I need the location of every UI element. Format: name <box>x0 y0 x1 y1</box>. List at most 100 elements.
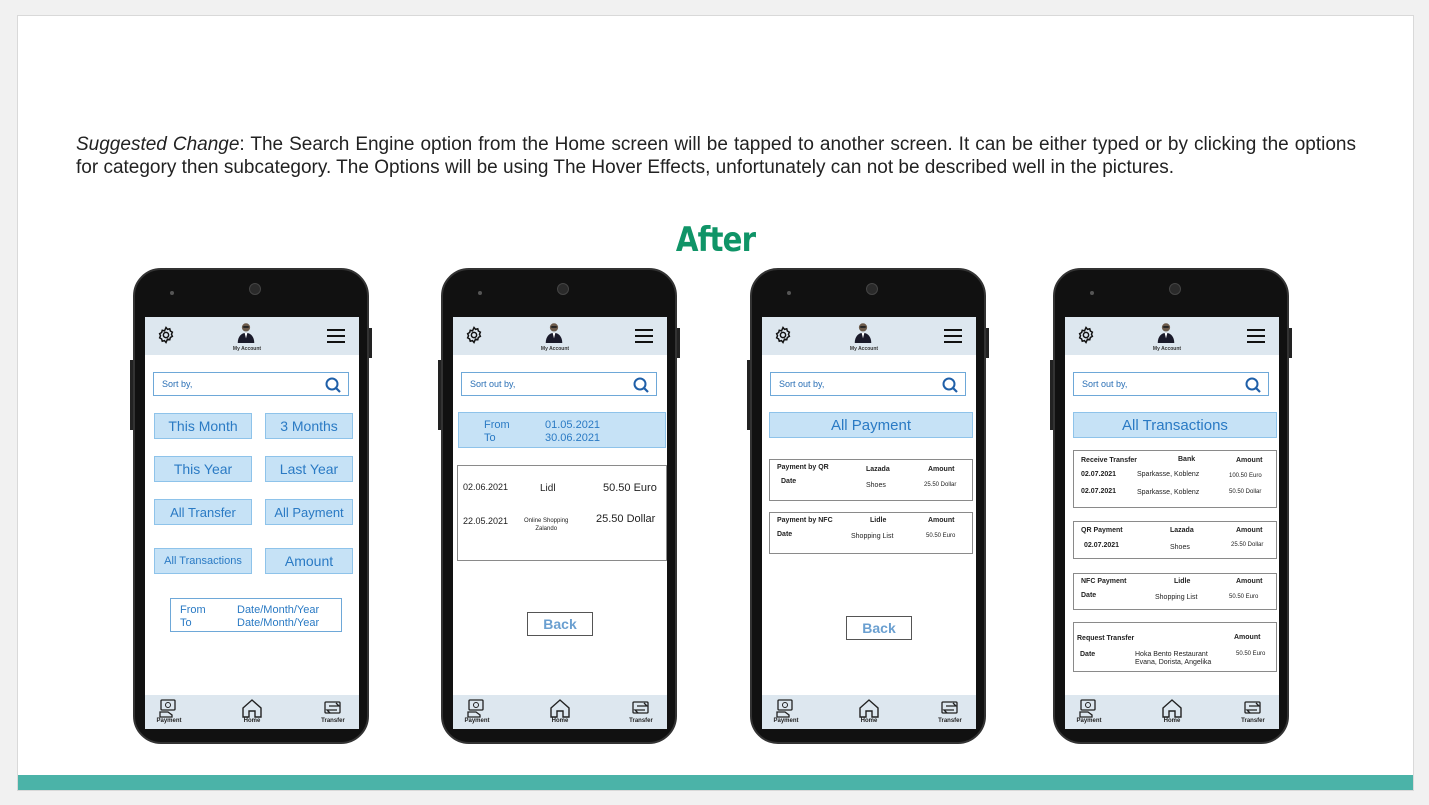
all-payment-title[interactable]: All Payment <box>769 412 973 438</box>
nav-transfer[interactable]: Transfer <box>930 697 970 724</box>
search-input[interactable]: Sort by, <box>153 372 349 396</box>
row-2-amount: 25.50 Dollar <box>596 513 656 525</box>
phone-3-screen: My Account Sort out by, All Payment Paym… <box>762 317 976 729</box>
phone-1: My Account Sort by, This Month 3 Months … <box>130 268 372 744</box>
to-value[interactable]: Date/Month/Year <box>237 617 319 629</box>
avatar[interactable] <box>235 321 257 343</box>
avatar[interactable] <box>543 321 565 343</box>
gear-icon[interactable] <box>1077 326 1095 344</box>
phone-sensor <box>478 291 482 295</box>
app-top-bar: My Account <box>762 317 976 355</box>
card-date-label: Date <box>777 531 793 538</box>
filter-amount-button[interactable]: Amount <box>265 548 353 574</box>
nav-home[interactable]: Home <box>849 697 889 724</box>
search-input[interactable]: Sort out by, <box>1073 372 1269 396</box>
nav-transfer[interactable]: Transfer <box>621 697 661 724</box>
nav-home[interactable]: Home <box>232 697 272 724</box>
nav-payment[interactable]: Payment <box>149 697 189 724</box>
results-panel: 02.06.2021 Lidl 50.50 Euro 22.05.2021 On… <box>457 465 667 561</box>
menu-icon[interactable] <box>1247 329 1265 343</box>
transfer-icon <box>941 701 958 714</box>
to-label: To <box>484 432 496 444</box>
search-icon[interactable] <box>324 376 342 394</box>
nav-transfer[interactable]: Transfer <box>313 697 353 724</box>
phone-side-key <box>747 360 750 430</box>
card-amount: 25.50 Dollar <box>924 482 957 488</box>
card-item: Shoes <box>866 482 886 489</box>
date-range-picker[interactable]: From To Date/Month/Year Date/Month/Year <box>170 598 342 632</box>
phone-camera <box>249 283 261 295</box>
transaction-card-receive[interactable]: Receive Transfer Bank Amount 02.07.2021 … <box>1073 450 1277 508</box>
gear-icon[interactable] <box>465 326 483 344</box>
phone-camera <box>1169 283 1181 295</box>
phone-sensor <box>1090 291 1094 295</box>
transaction-card-request[interactable]: Request Transfer Amount Date Hoka Bento … <box>1073 622 1277 672</box>
nav-home[interactable]: Home <box>540 697 580 724</box>
all-transactions-title[interactable]: All Transactions <box>1073 412 1277 438</box>
payment-icon <box>467 699 484 718</box>
row-2-amount: 50.50 Dollar <box>1229 489 1262 495</box>
phone-4: My Account Sort out by, All Transactions… <box>1050 268 1292 744</box>
description-lead: Suggested Change <box>76 134 240 155</box>
nav-payment[interactable]: Payment <box>1069 697 1109 724</box>
from-value[interactable]: Date/Month/Year <box>237 604 319 616</box>
card-type: QR Payment <box>1081 527 1123 534</box>
phone-3: My Account Sort out by, All Payment Paym… <box>747 268 989 744</box>
nav-home-label: Home <box>243 718 261 724</box>
nav-transfer-label: Transfer <box>1241 718 1265 724</box>
home-icon <box>242 699 262 718</box>
gear-icon[interactable] <box>157 326 175 344</box>
search-icon[interactable] <box>941 376 959 394</box>
from-value: 01.05.2021 <box>545 419 601 431</box>
phone-sensor <box>170 291 174 295</box>
search-placeholder: Sort out by, <box>470 379 516 389</box>
to-value: 30.06.2021 <box>545 432 601 444</box>
back-button[interactable]: Back <box>846 616 912 640</box>
gear-icon[interactable] <box>774 326 792 344</box>
date-range-display[interactable]: From To 01.05.2021 30.06.2021 <box>458 412 666 448</box>
payment-icon <box>1079 699 1096 718</box>
nav-payment[interactable]: Payment <box>457 697 497 724</box>
back-button[interactable]: Back <box>527 612 593 636</box>
transaction-card-qr[interactable]: QR Payment Lazada Amount 02.07.2021 Shoe… <box>1073 521 1277 559</box>
card-amount: 50.50 Euro <box>1236 651 1266 657</box>
filter-this-month-button[interactable]: This Month <box>154 413 252 439</box>
payment-card-qr[interactable]: Payment by QR Date Lazada Shoes Amount 2… <box>769 459 973 501</box>
footer-accent-bar <box>18 775 1413 790</box>
nav-home-label: Home <box>860 718 878 724</box>
transfer-icon <box>324 701 341 714</box>
app-top-bar: My Account <box>1065 317 1279 355</box>
nav-payment[interactable]: Payment <box>766 697 806 724</box>
nav-home[interactable]: Home <box>1152 697 1192 724</box>
card-date: Date <box>1081 592 1097 599</box>
search-icon[interactable] <box>1244 376 1262 394</box>
card-type: Payment by QR <box>777 464 829 471</box>
row-1-amount: 50.50 Euro <box>603 482 657 494</box>
app-top-bar: My Account <box>145 317 359 355</box>
avatar[interactable] <box>852 321 874 343</box>
nav-transfer[interactable]: Transfer <box>1233 697 1273 724</box>
card-col: Bank <box>1178 456 1196 463</box>
filter-all-transfer-button[interactable]: All Transfer <box>154 499 252 525</box>
search-input[interactable]: Sort out by, <box>770 372 966 396</box>
filter-last-year-button[interactable]: Last Year <box>265 456 353 482</box>
filter-all-transactions-button[interactable]: All Transactions <box>154 548 252 574</box>
menu-icon[interactable] <box>327 329 345 343</box>
filter-all-payment-button[interactable]: All Payment <box>265 499 353 525</box>
avatar[interactable] <box>1155 321 1177 343</box>
nav-transfer-label: Transfer <box>629 718 653 724</box>
filter-3-months-button[interactable]: 3 Months <box>265 413 353 439</box>
menu-icon[interactable] <box>944 329 962 343</box>
transaction-card-nfc[interactable]: NFC Payment Lidle Amount Date Shopping L… <box>1073 573 1277 610</box>
card-item: Shopping List <box>1155 594 1198 601</box>
phone-camera <box>866 283 878 295</box>
search-icon[interactable] <box>632 376 650 394</box>
card-type: Receive Transfer <box>1081 457 1138 464</box>
to-label: To <box>180 617 192 629</box>
search-input[interactable]: Sort out by, <box>461 372 657 396</box>
menu-icon[interactable] <box>635 329 653 343</box>
filter-this-year-button[interactable]: This Year <box>154 456 252 482</box>
payment-card-nfc[interactable]: Payment by NFC Date Lidle Shopping List … <box>769 512 973 554</box>
nav-transfer-label: Transfer <box>938 718 962 724</box>
row-1-amount: 100.50 Euro <box>1229 473 1262 479</box>
